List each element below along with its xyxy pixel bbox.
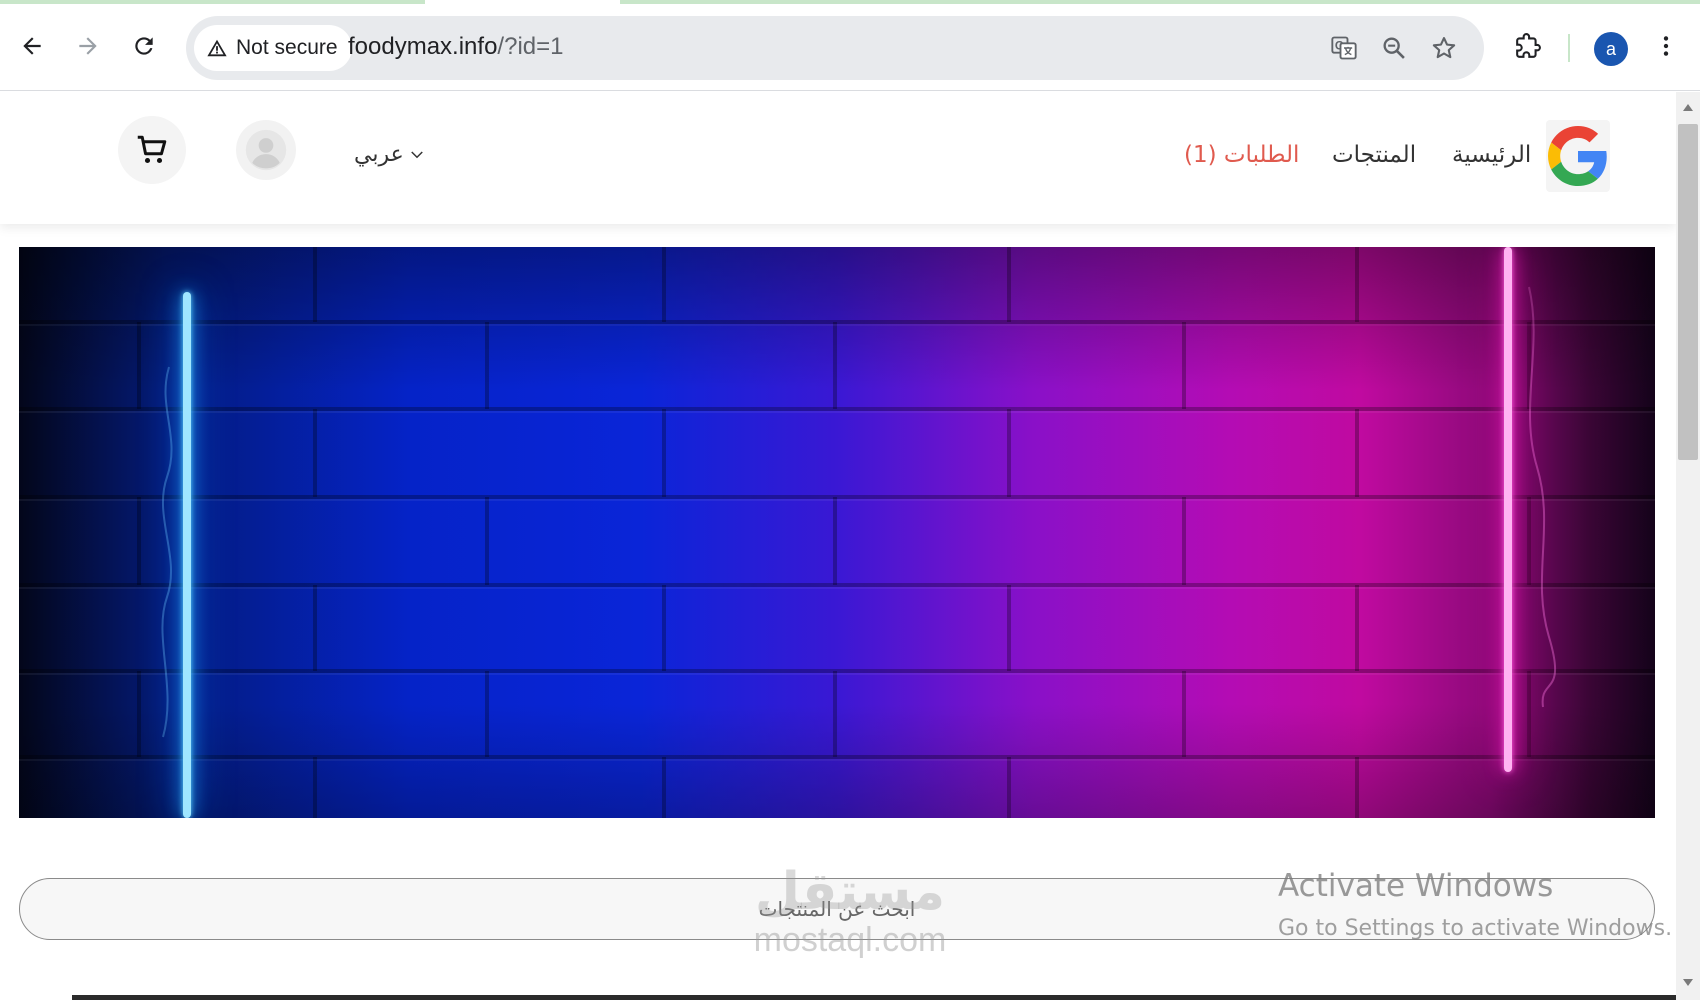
neon-light-pink [1504, 247, 1512, 772]
neon-light-blue [183, 292, 191, 818]
user-avatar-icon [245, 129, 287, 171]
browser-menu-button[interactable] [1646, 26, 1686, 66]
star-icon [1432, 37, 1456, 59]
nav-home[interactable]: الرئيسية [1452, 142, 1531, 168]
hero-banner [19, 247, 1655, 818]
url-text[interactable]: foodymax.info/?id=1 [348, 33, 563, 61]
google-logo-icon [1548, 126, 1607, 186]
scrollbar-thumb[interactable] [1678, 124, 1698, 460]
back-button[interactable] [12, 26, 52, 66]
extensions-button[interactable] [1508, 26, 1548, 66]
hero-shade [19, 247, 1655, 818]
reload-button[interactable] [124, 26, 164, 66]
forward-icon [79, 37, 97, 55]
security-chip[interactable]: Not secure [194, 25, 352, 71]
extensions-icon [1516, 33, 1541, 58]
url-path: /?id=1 [497, 33, 564, 60]
language-selector[interactable]: عربي [354, 142, 426, 167]
security-label: Not secure [236, 36, 338, 59]
page-viewport: الرئيسية المنتجات الطلبات (1) عربي ابحث … [0, 92, 1676, 1000]
url-host: foodymax.info [348, 33, 498, 60]
profile-avatar[interactable]: a [1594, 32, 1628, 66]
back-icon [23, 37, 41, 55]
forward-button[interactable] [68, 26, 108, 66]
zoom-button[interactable] [1376, 30, 1412, 66]
cart-button[interactable] [118, 116, 186, 184]
scroll-down-arrow[interactable] [1683, 979, 1693, 986]
chevron-down-icon [410, 150, 423, 158]
product-search[interactable] [19, 878, 1655, 940]
nav-orders[interactable]: الطلبات (1) [1184, 142, 1299, 168]
reload-icon [135, 37, 153, 55]
zoom-icon [1383, 37, 1405, 59]
browser-toolbar: Not secure foodymax.info/?id=1 G a [0, 4, 1700, 91]
site-header: الرئيسية المنتجات الطلبات (1) عربي [0, 92, 1676, 224]
nav-products[interactable]: المنتجات [1332, 142, 1416, 168]
product-search-input[interactable] [20, 879, 1654, 939]
menu-icon [1663, 36, 1669, 56]
address-bar[interactable]: Not secure foodymax.info/?id=1 G [186, 16, 1484, 80]
user-account-button[interactable] [236, 120, 296, 180]
bookmark-button[interactable] [1426, 30, 1462, 66]
translate-icon: G [1331, 36, 1357, 60]
site-logo[interactable] [1546, 120, 1610, 192]
page-scrollbar[interactable] [1676, 92, 1700, 1000]
warning-icon [207, 39, 227, 57]
toolbar-divider [1568, 34, 1570, 62]
translate-button[interactable]: G [1326, 30, 1362, 66]
scroll-up-arrow[interactable] [1683, 104, 1693, 111]
cart-icon [137, 135, 167, 164]
language-label: عربي [354, 142, 404, 167]
page-bottom-strip [72, 995, 1676, 1000]
